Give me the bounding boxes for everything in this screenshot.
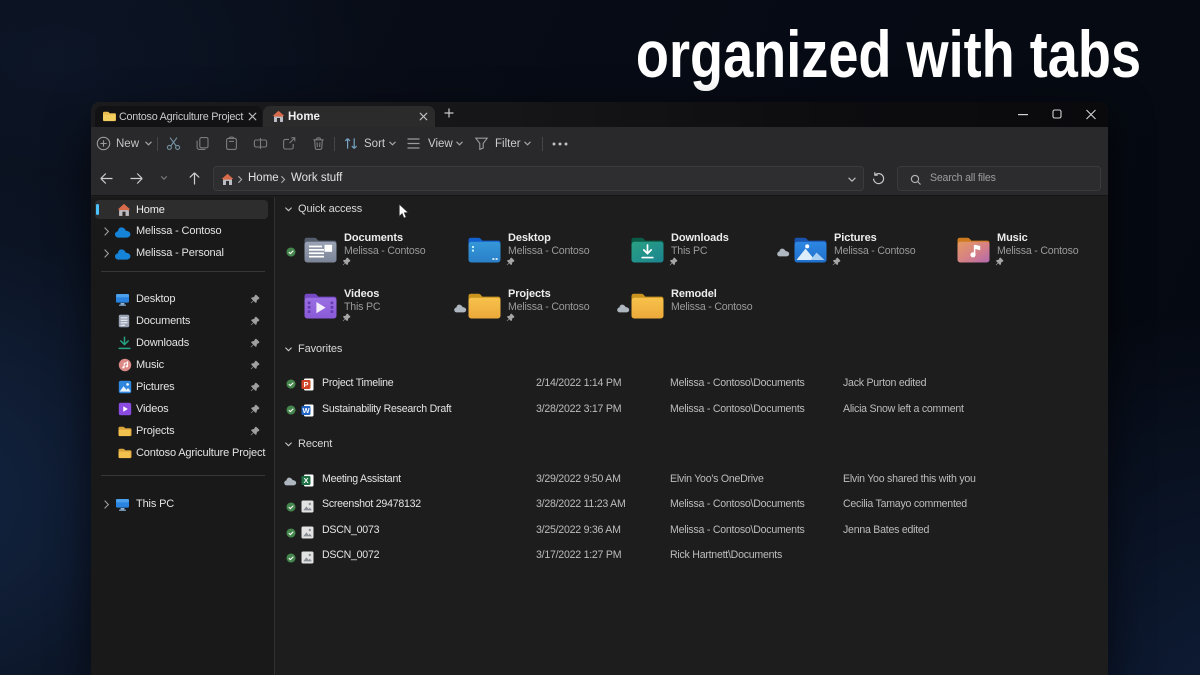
svg-text:W: W [302, 406, 310, 415]
svg-text:P: P [303, 380, 308, 389]
svg-text:X: X [303, 476, 308, 485]
